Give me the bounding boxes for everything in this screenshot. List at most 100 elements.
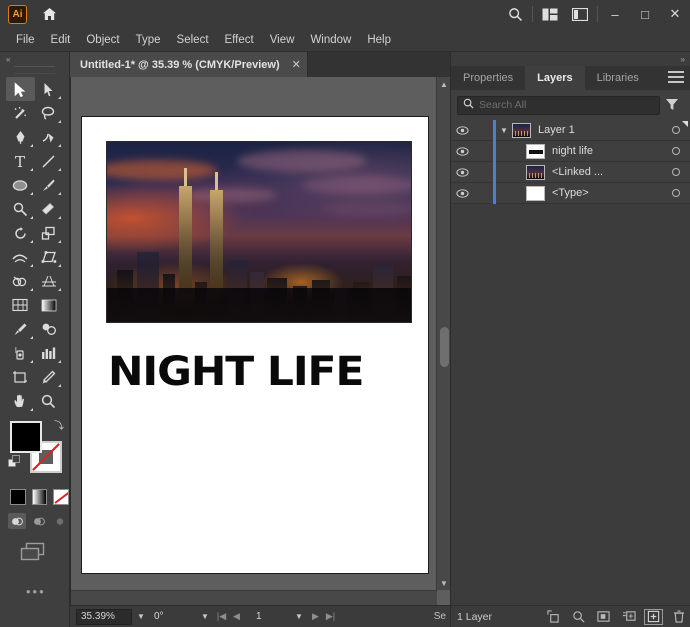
search-icon[interactable] [500, 0, 530, 28]
next-artboard-button[interactable]: ▶ [308, 611, 323, 622]
more-tools-button[interactable]: ••• [26, 584, 69, 599]
search-field-container[interactable] [457, 95, 660, 115]
status-text[interactable]: Se [434, 611, 446, 622]
draw-inside-icon[interactable] [51, 513, 69, 529]
document-tab[interactable]: Untitled-1* @ 35.39 % (CMYK/Preview) ✕ [70, 52, 308, 77]
draw-normal-icon[interactable] [8, 513, 26, 529]
search-input[interactable] [479, 99, 659, 111]
arrange-documents-icon[interactable] [535, 0, 565, 28]
menu-object[interactable]: Object [78, 32, 127, 48]
artboard-dropdown-icon[interactable]: ▼ [290, 612, 308, 621]
menu-select[interactable]: Select [169, 32, 217, 48]
workspace-switcher-icon[interactable] [565, 0, 595, 28]
artboard-tool[interactable] [6, 365, 35, 389]
panel-menu-icon[interactable] [668, 71, 684, 86]
width-tool[interactable] [6, 245, 35, 269]
canvas-area[interactable]: NIGHT LIFE ▲ ▼ [70, 77, 450, 605]
target-indicator[interactable] [662, 189, 690, 197]
menu-type[interactable]: Type [128, 32, 169, 48]
visibility-toggle-icon[interactable] [451, 188, 473, 198]
type-object-headline[interactable]: NIGHT LIFE [108, 349, 364, 395]
menu-view[interactable]: View [262, 32, 303, 48]
menu-effect[interactable]: Effect [217, 32, 262, 48]
change-screen-mode-icon[interactable] [18, 541, 69, 568]
swap-fill-stroke-icon[interactable]: ⤵ [54, 417, 64, 432]
close-button[interactable]: ✕ [660, 3, 690, 25]
zoom-dropdown-icon[interactable]: ▼ [132, 612, 150, 621]
paintbrush-tool[interactable] [35, 173, 64, 197]
scroll-up-arrow-icon[interactable]: ▲ [437, 77, 451, 91]
layer-name[interactable]: Layer 1 [538, 124, 662, 136]
layer-name[interactable]: <Linked ... [552, 166, 662, 178]
panel-expand-icon[interactable]: » [451, 52, 690, 66]
minimize-button[interactable]: – [600, 3, 630, 25]
first-artboard-button[interactable]: |◀ [214, 611, 229, 622]
default-fill-stroke-icon[interactable] [8, 455, 21, 468]
column-graph-tool[interactable] [35, 341, 64, 365]
direct-selection-tool[interactable] [35, 77, 64, 101]
scale-tool[interactable] [35, 221, 64, 245]
magic-wand-tool[interactable] [6, 101, 35, 125]
table-row[interactable]: night life [451, 140, 690, 162]
ellipse-tool[interactable] [6, 173, 35, 197]
vertical-scroll-thumb[interactable] [440, 327, 449, 367]
menu-edit[interactable]: Edit [43, 32, 79, 48]
zoom-tool[interactable] [35, 389, 64, 413]
symbol-sprayer-tool[interactable] [6, 341, 35, 365]
eyedropper-tool[interactable] [6, 317, 35, 341]
linked-image-object[interactable] [106, 141, 412, 323]
type-tool[interactable]: T [6, 149, 35, 173]
hand-tool[interactable] [6, 389, 35, 413]
target-indicator[interactable] [662, 126, 690, 134]
none-button[interactable] [53, 489, 70, 505]
fill-swatch[interactable] [10, 421, 42, 453]
zoom-level-field[interactable]: 35.39% [76, 608, 132, 625]
rotation-field[interactable]: 0° [150, 608, 196, 625]
blend-tool[interactable] [35, 317, 64, 341]
shape-builder-tool[interactable] [6, 269, 35, 293]
release-to-layers-button[interactable] [541, 606, 566, 627]
menu-help[interactable]: Help [359, 32, 399, 48]
color-button[interactable] [10, 489, 26, 505]
tools-collapse-icon[interactable]: « [0, 52, 69, 66]
layer-name[interactable]: night life [552, 145, 662, 157]
rotation-dropdown-icon[interactable]: ▼ [196, 612, 214, 621]
menu-window[interactable]: Window [302, 32, 359, 48]
filter-icon[interactable] [660, 98, 684, 112]
locate-object-button[interactable] [566, 606, 591, 627]
perspective-grid-tool[interactable] [35, 269, 64, 293]
previous-artboard-button[interactable]: ◀ [229, 611, 244, 622]
selection-tool[interactable] [6, 77, 35, 101]
make-clipping-mask-button[interactable] [591, 606, 616, 627]
visibility-toggle-icon[interactable] [451, 125, 473, 135]
eraser-tool[interactable] [35, 197, 64, 221]
shaper-tool[interactable] [6, 197, 35, 221]
free-transform-tool[interactable] [35, 245, 64, 269]
artboard-number-field[interactable]: 1 [244, 609, 290, 625]
visibility-toggle-icon[interactable] [451, 146, 473, 156]
lasso-tool[interactable] [35, 101, 64, 125]
home-icon[interactable] [39, 4, 59, 24]
scroll-down-arrow-icon[interactable]: ▼ [437, 576, 451, 590]
target-indicator[interactable] [662, 168, 690, 176]
create-new-sublayer-button[interactable] [616, 606, 641, 627]
line-segment-tool[interactable] [35, 149, 64, 173]
tools-drag-grip[interactable] [14, 66, 55, 74]
menu-file[interactable]: File [8, 32, 43, 48]
table-row[interactable]: <Type> [451, 182, 690, 204]
canvas-vertical-scrollbar[interactable]: ▲ ▼ [436, 77, 450, 590]
chevron-down-icon[interactable]: ▼ [496, 126, 512, 135]
tab-layers[interactable]: Layers [525, 66, 585, 90]
table-row[interactable]: <Linked ... [451, 161, 690, 183]
last-artboard-button[interactable]: ▶| [323, 611, 338, 622]
canvas-horizontal-scrollbar[interactable] [71, 590, 437, 605]
table-row[interactable]: ▼ Layer 1 [451, 119, 690, 141]
gradient-button[interactable] [31, 489, 48, 505]
pen-tool[interactable] [6, 125, 35, 149]
curvature-tool[interactable] [35, 125, 64, 149]
mesh-tool[interactable] [6, 293, 35, 317]
gradient-tool[interactable] [35, 293, 64, 317]
tab-properties[interactable]: Properties [451, 66, 525, 90]
target-indicator[interactable] [662, 147, 690, 155]
delete-selection-button[interactable] [666, 606, 690, 627]
